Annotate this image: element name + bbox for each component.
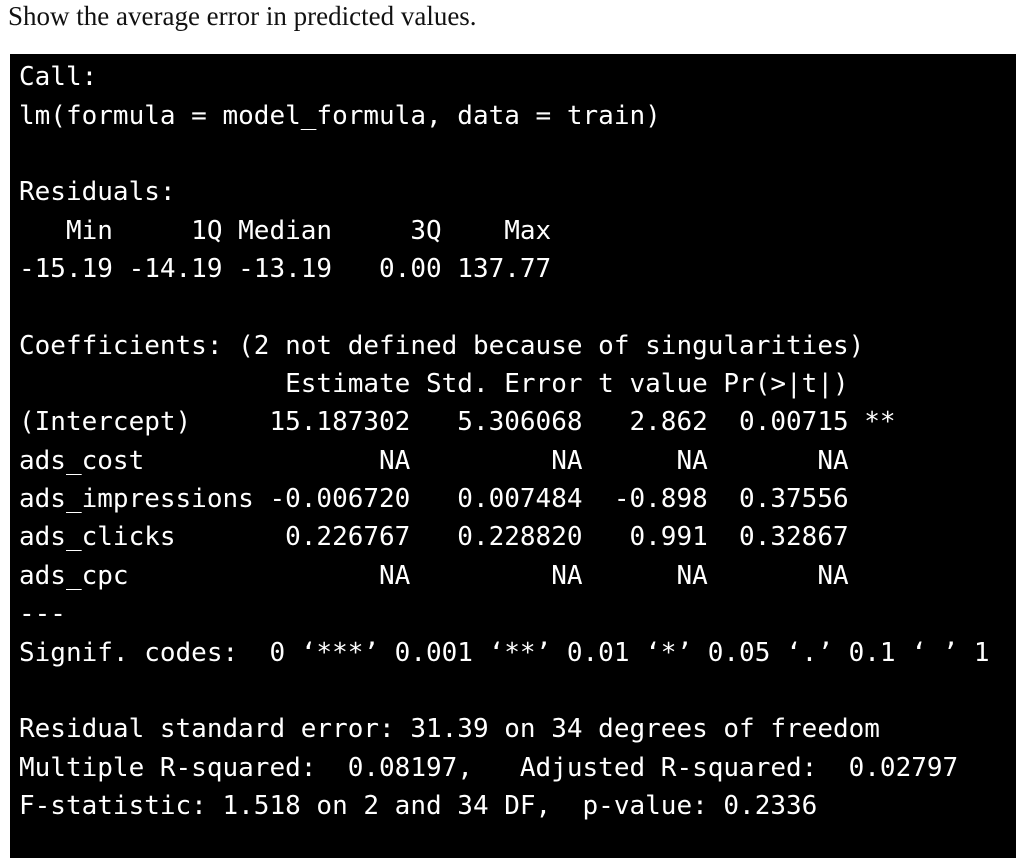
r-console-output: Call: lm(formula = model_formula, data =…: [10, 54, 1016, 858]
console-line-coefficients-heading: Coefficients: (2 not defined because of …: [19, 331, 865, 361]
console-line-residual-std-error: Residual standard error: 31.39 on 34 deg…: [19, 714, 880, 744]
console-line-f-statistic: F-statistic: 1.518 on 2 and 34 DF, p-val…: [19, 791, 818, 821]
console-line-coef-ads-impressions: ads_impressions -0.006720 0.007484 -0.89…: [19, 484, 896, 514]
console-line-separator: ---: [19, 599, 66, 629]
console-line-r-squared: Multiple R-squared: 0.08197, Adjusted R-…: [19, 753, 974, 783]
console-line-residuals-heading: Residuals:: [19, 177, 176, 207]
console-line-coef-ads-cost: ads_cost NA NA NA NA: [19, 446, 896, 476]
question-text: Show the average error in predicted valu…: [8, 1, 477, 31]
console-line-signif-codes: Signif. codes: 0 ‘***’ 0.001 ‘**’ 0.01 ‘…: [19, 638, 990, 668]
console-line-formula: lm(formula = model_formula, data = train…: [19, 101, 661, 131]
console-line-residuals-values: -15.19 -14.19 -13.19 0.00 137.77: [19, 254, 567, 284]
console-line-coef-ads-cpc: ads_cpc NA NA NA NA: [19, 561, 896, 591]
console-line-residuals-header: Min 1Q Median 3Q Max: [19, 216, 567, 246]
console-line-coef-ads-clicks: ads_clicks 0.226767 0.228820 0.991 0.328…: [19, 522, 896, 552]
console-line-call: Call:: [19, 62, 98, 92]
console-line-coefficients-header: Estimate Std. Error t value Pr(>|t|): [19, 369, 896, 399]
console-line-coef-intercept: (Intercept) 15.187302 5.306068 2.862 0.0…: [19, 407, 896, 437]
